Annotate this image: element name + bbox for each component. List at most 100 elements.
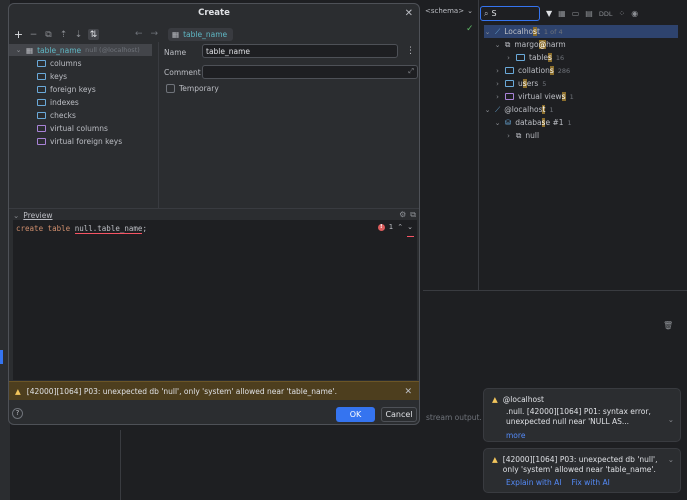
database-icon: ⛁: [505, 118, 512, 127]
tree-item-columns[interactable]: columns: [37, 57, 82, 69]
more-options-icon[interactable]: ⋮: [406, 46, 415, 56]
folder-icon: [505, 80, 514, 87]
chevron-down-icon: ⌄: [484, 105, 491, 114]
tree-item-tables[interactable]: › tables 16: [505, 51, 564, 64]
tree-item-virtual-views[interactable]: › virtual views 1: [494, 90, 574, 103]
search-icon: ⌕: [484, 8, 489, 18]
search-input[interactable]: ⌕ S: [480, 6, 540, 21]
schema-icon: ⧉: [505, 39, 511, 49]
chevron-down-icon[interactable]: ⌄: [407, 223, 413, 231]
preview-editor[interactable]: create table null.table_name; ! 1 ⌃ ⌄: [13, 220, 417, 380]
tree-item-users[interactable]: › users 5: [494, 77, 546, 90]
folder-icon: [37, 137, 46, 145]
folder-icon: [37, 59, 46, 67]
datasource-icon: ⟋: [495, 104, 501, 114]
chevron-down-icon: ⌄: [494, 118, 501, 127]
chevron-down-icon: ⌄: [494, 40, 501, 49]
sql-code: create table null.table_name;: [16, 224, 147, 234]
tree-item-keys[interactable]: keys: [37, 70, 67, 82]
console-icon[interactable]: ▭: [572, 9, 580, 18]
tree-item-virtual-columns[interactable]: virtual columns: [37, 122, 108, 134]
forward-arrow-icon[interactable]: →: [151, 29, 159, 39]
tree-item-schema[interactable]: ⌄ ⧉ margo@harm: [494, 38, 566, 51]
warning-icon: ▲: [492, 455, 498, 464]
tree-item-database[interactable]: ⌄ ⛁ database #1 1: [494, 116, 572, 129]
cancel-button[interactable]: Cancel: [381, 407, 417, 422]
folder-icon: [505, 67, 514, 74]
table-icon[interactable]: ▦: [558, 9, 566, 18]
grid-icon[interactable]: ▤: [585, 9, 593, 18]
explain-with-ai-link[interactable]: Explain with AI: [506, 478, 561, 487]
tree-item-collations[interactable]: › collations 286: [494, 64, 570, 77]
eye-icon[interactable]: ◉: [631, 9, 638, 18]
move-up-icon[interactable]: ⇡: [58, 29, 69, 40]
temporary-checkbox[interactable]: [166, 84, 175, 93]
expand-icon[interactable]: ⤢: [408, 67, 414, 76]
schema-selector[interactable]: <schema> ⌄: [425, 7, 473, 15]
datasource-icon: ⟋: [495, 26, 501, 36]
output-panel: [120, 430, 423, 500]
tree-item-indexes[interactable]: indexes: [37, 96, 79, 108]
table-icon: ▦: [172, 30, 180, 39]
comment-label: Comment: [164, 68, 201, 77]
open-external-icon[interactable]: ⧉: [410, 210, 416, 220]
error-icon: !: [377, 223, 385, 231]
close-icon[interactable]: ✕: [405, 8, 413, 19]
warning-icon: ▲: [15, 386, 21, 396]
remove-icon[interactable]: −: [28, 29, 39, 40]
ok-button[interactable]: OK: [336, 407, 375, 422]
table-icon: ▦: [26, 45, 34, 55]
error-indicator[interactable]: ! 1 ⌃ ⌄: [377, 223, 413, 231]
chevron-down-icon: ⌄: [15, 46, 22, 54]
trash-icon[interactable]: 🗑: [663, 321, 673, 330]
tree-item-foreign-keys[interactable]: foreign keys: [37, 83, 96, 95]
chevron-down-icon[interactable]: ⌄: [668, 455, 674, 464]
warning-bar: ▲ [42000][1064] P03: unexpected db 'null…: [9, 381, 419, 400]
filter-icon[interactable]: ▼: [546, 9, 552, 18]
add-icon[interactable]: +: [13, 28, 24, 41]
tree-item-virtual-foreign-keys[interactable]: virtual foreign keys: [37, 135, 122, 147]
stream-output-text: stream output.: [426, 413, 482, 422]
chevron-down-icon: ⌄: [484, 27, 491, 36]
help-button[interactable]: ?: [12, 408, 23, 419]
folder-icon: [505, 93, 514, 100]
active-tool-indicator: [0, 350, 3, 364]
chevron-right-icon: ›: [496, 79, 499, 88]
chevron-down-icon: ⌄: [467, 7, 473, 15]
tree-item-table-name[interactable]: ⌄ ▦ table_name null (@localhost): [9, 44, 152, 56]
folder-icon: [37, 124, 46, 132]
move-down-icon[interactable]: ⇣: [73, 29, 84, 40]
temporary-label: Temporary: [179, 84, 219, 93]
tab-table-name[interactable]: ▦ table_name: [168, 28, 233, 41]
folder-icon: [37, 111, 46, 119]
tree-item-checks[interactable]: checks: [37, 109, 76, 121]
back-arrow-icon[interactable]: ←: [135, 29, 143, 39]
sort-icon[interactable]: ⇅: [88, 29, 99, 40]
name-field[interactable]: table_name: [202, 44, 398, 58]
chevron-up-icon[interactable]: ⌃: [397, 223, 403, 231]
chevron-down-icon[interactable]: ⌄: [668, 415, 674, 424]
notification-syntax-error: ▲ @localhost .null. [42000][1064] P01: s…: [483, 388, 681, 442]
check-icon: ✓: [466, 24, 474, 34]
diagram-icon[interactable]: ⁘: [618, 9, 625, 18]
notification-unexpected-db: ▲ [42000][1064] P03: unexpected db 'null…: [483, 448, 681, 493]
preview-divider: [9, 208, 419, 209]
tree-item-null[interactable]: › ⧉ null: [505, 129, 539, 142]
folder-icon: [37, 72, 46, 80]
error-marker: [407, 236, 414, 237]
chevron-down-icon: ⌄: [13, 211, 20, 220]
ddl-button[interactable]: DDL: [599, 10, 613, 18]
tree-item-localhost[interactable]: ⌄ ⟋ Localhost 1 of 4: [484, 25, 678, 38]
comment-field[interactable]: ⤢: [202, 65, 418, 79]
folder-icon: [37, 85, 46, 93]
more-link[interactable]: more: [506, 431, 525, 440]
dialog-toolbar: + − ⧉ ⇡ ⇣ ⇅: [13, 28, 99, 41]
chevron-right-icon: ›: [507, 53, 510, 62]
close-icon[interactable]: ✕: [404, 387, 412, 397]
fix-with-ai-link[interactable]: Fix with AI: [571, 478, 609, 487]
preview-toggle[interactable]: ⌄ Preview: [13, 211, 53, 220]
folder-icon: [516, 54, 525, 61]
settings-icon[interactable]: ⚙: [399, 210, 406, 220]
tree-item-localhost-2[interactable]: ⌄ ⟋ @localhost 1: [484, 103, 554, 116]
copy-icon[interactable]: ⧉: [43, 29, 54, 40]
